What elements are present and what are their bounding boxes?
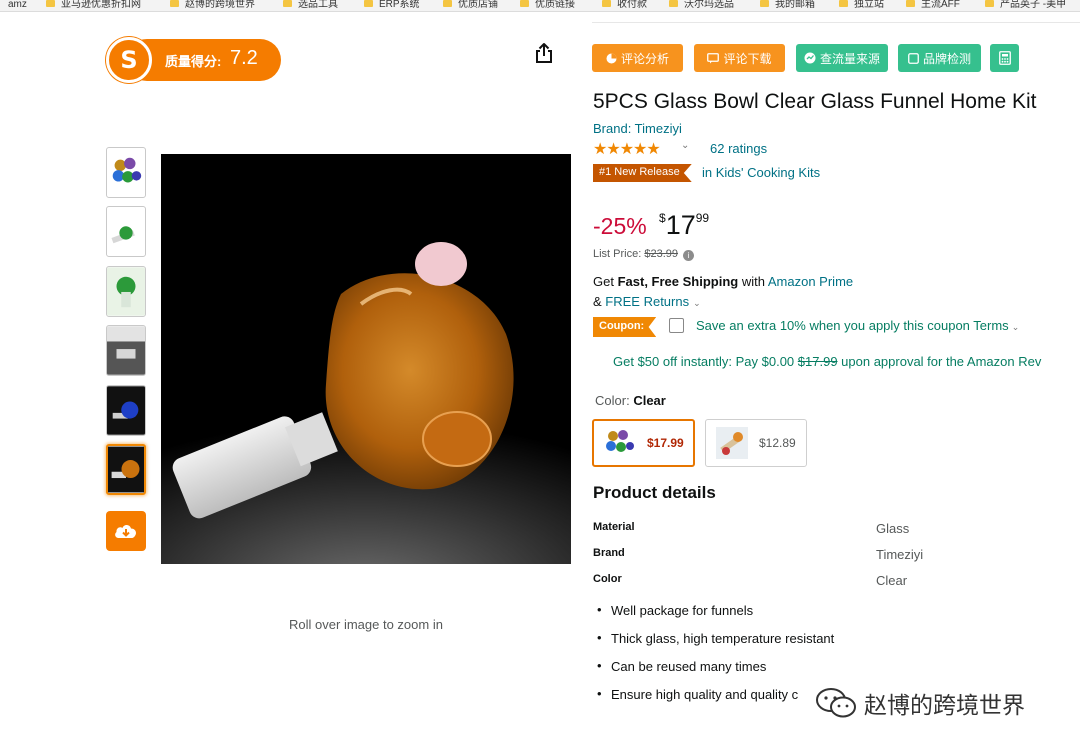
product-details-heading: Product details [593,483,716,502]
bookmark-folder[interactable]: 沃尔玛选品 [669,0,734,11]
bookmark-folder[interactable]: 主流AFF [906,0,960,11]
new-release-badge[interactable]: #1 New Release [593,164,692,182]
traffic-icon [804,52,816,64]
review-analysis-button[interactable]: 评论分析 [592,44,683,72]
free-returns-link[interactable]: FREE Returns [605,294,689,309]
product-thumbnail-icon [107,386,145,435]
bookmark-folder[interactable]: 赵博的跨境世界 [170,0,255,11]
color-swatch[interactable]: $12.89 [705,419,807,467]
thumbnail-image[interactable] [106,206,146,257]
returns-info: & FREE Returns ⌄ [593,294,701,309]
coupon-checkbox[interactable] [669,318,684,333]
color-label: Color: Clear [595,393,666,408]
color-swatch-selected[interactable]: $17.99 [592,419,695,467]
feature-bullet: Ensure high quality and quality c [597,686,834,715]
info-icon[interactable]: i [683,250,695,261]
bookmark-folder[interactable]: 收付款 [602,0,647,11]
feature-bullet: Thick glass, high temperature resistant [597,630,834,659]
product-thumbnail-icon [107,326,145,375]
bookmark-folder[interactable]: ERP系统 [364,0,420,11]
comment-icon [707,52,720,63]
quality-score: 7.2 [230,47,258,69]
quality-score-badge[interactable]: S 质量得分: 7.2 [106,37,281,83]
coupon-badge: Coupon: [593,317,657,337]
traffic-source-button[interactable]: 查流量来源 [796,44,888,72]
quality-label: 质量得分: [165,54,222,69]
bookmark-folder[interactable]: 优质店铺 [443,0,498,11]
checkbox-icon [908,52,919,64]
chevron-down-icon[interactable]: ⌄ [693,298,701,308]
swatch-image [606,430,634,452]
folder-icon [364,0,373,7]
product-photo [161,154,571,564]
star-rating[interactable]: ★★★★★ [593,139,661,159]
bookmark-folder[interactable]: 亚马逊优惠折扣网 [46,0,141,11]
thumbnail-image[interactable] [106,147,146,198]
share-icon [536,43,552,63]
coupon-text: Save an extra 10% when you apply this co… [696,318,1020,333]
chevron-down-icon[interactable]: ⌄ [1012,322,1020,332]
s-logo-icon: S [106,37,152,83]
thumbnail-image[interactable] [106,385,146,436]
calculator-icon [998,51,1011,65]
product-thumbnail-icon [107,267,145,316]
thumbnail-image-selected[interactable] [106,444,146,495]
feature-bullet: Well package for funnels [597,602,834,631]
folder-icon [985,0,994,7]
folder-icon [906,0,915,7]
folder-icon [443,0,452,7]
calculator-button[interactable] [990,44,1019,72]
product-title: 5PCS Glass Bowl Clear Glass Funnel Home … [593,90,1037,113]
brand-check-button[interactable]: 品牌检测 [898,44,981,72]
folder-icon [839,0,848,7]
product-thumbnail-icon [111,226,135,244]
swatch-image [716,427,748,459]
folder-icon [760,0,769,7]
watermark: 赵博的跨境世界 [814,683,1025,723]
feature-bullets: Well package for funnels Thick glass, hi… [597,602,834,715]
download-button[interactable] [106,511,146,551]
folder-icon [46,0,55,7]
credit-card-offer[interactable]: Get $50 off instantly: Pay $0.00 $17.99 … [613,354,1041,369]
folder-icon [669,0,678,7]
header-divider [592,22,1080,23]
release-category-link[interactable]: in Kids' Cooking Kits [702,165,820,180]
main-product-image[interactable] [161,154,571,564]
thumbnail-image[interactable] [106,325,146,376]
folder-icon [283,0,292,7]
folder-icon [602,0,611,7]
coupon-terms-link[interactable]: Terms [973,318,1008,333]
ratings-count-link[interactable]: 62 ratings [710,141,767,156]
product-thumbnail-icon [108,446,144,493]
review-download-button[interactable]: 评论下载 [694,44,785,72]
bookmark-item[interactable]: amz [8,0,27,11]
discount-percent: -25% [593,213,647,239]
folder-icon [520,0,529,7]
bookmark-folder[interactable]: 优质链接 [520,0,575,11]
brand-link[interactable]: Brand: Timeziyi [593,121,682,136]
amazon-prime-link[interactable]: Amazon Prime [768,274,853,289]
wechat-icon [816,688,856,718]
price: $1799 [659,210,710,240]
thumbnail-image[interactable] [106,266,146,317]
shipping-info: Get Fast, Free Shipping with Amazon Prim… [593,274,854,289]
chevron-down-icon[interactable]: ⌄ [681,140,689,151]
bookmark-folder[interactable]: 独立站 [839,0,884,11]
bookmark-folder[interactable]: 产品英子 -美甲 [985,0,1066,11]
share-button[interactable] [528,37,560,69]
list-price: List Price: $23.99 i [593,248,695,261]
cloud-download-icon [115,525,136,538]
bookmarks-bar: amz 亚马逊优惠折扣网 赵博的跨境世界 选品工具 ERP系统 优质店铺 优质链… [0,0,1080,12]
product-thumbnail-icon [112,157,142,183]
bookmark-folder[interactable]: 我的邮箱 [760,0,815,11]
zoom-hint: Roll over image to zoom in [289,617,443,632]
folder-icon [170,0,179,7]
feature-bullet: Can be reused many times [597,658,834,687]
bookmark-folder[interactable]: 选品工具 [283,0,338,11]
pie-icon [606,53,617,63]
